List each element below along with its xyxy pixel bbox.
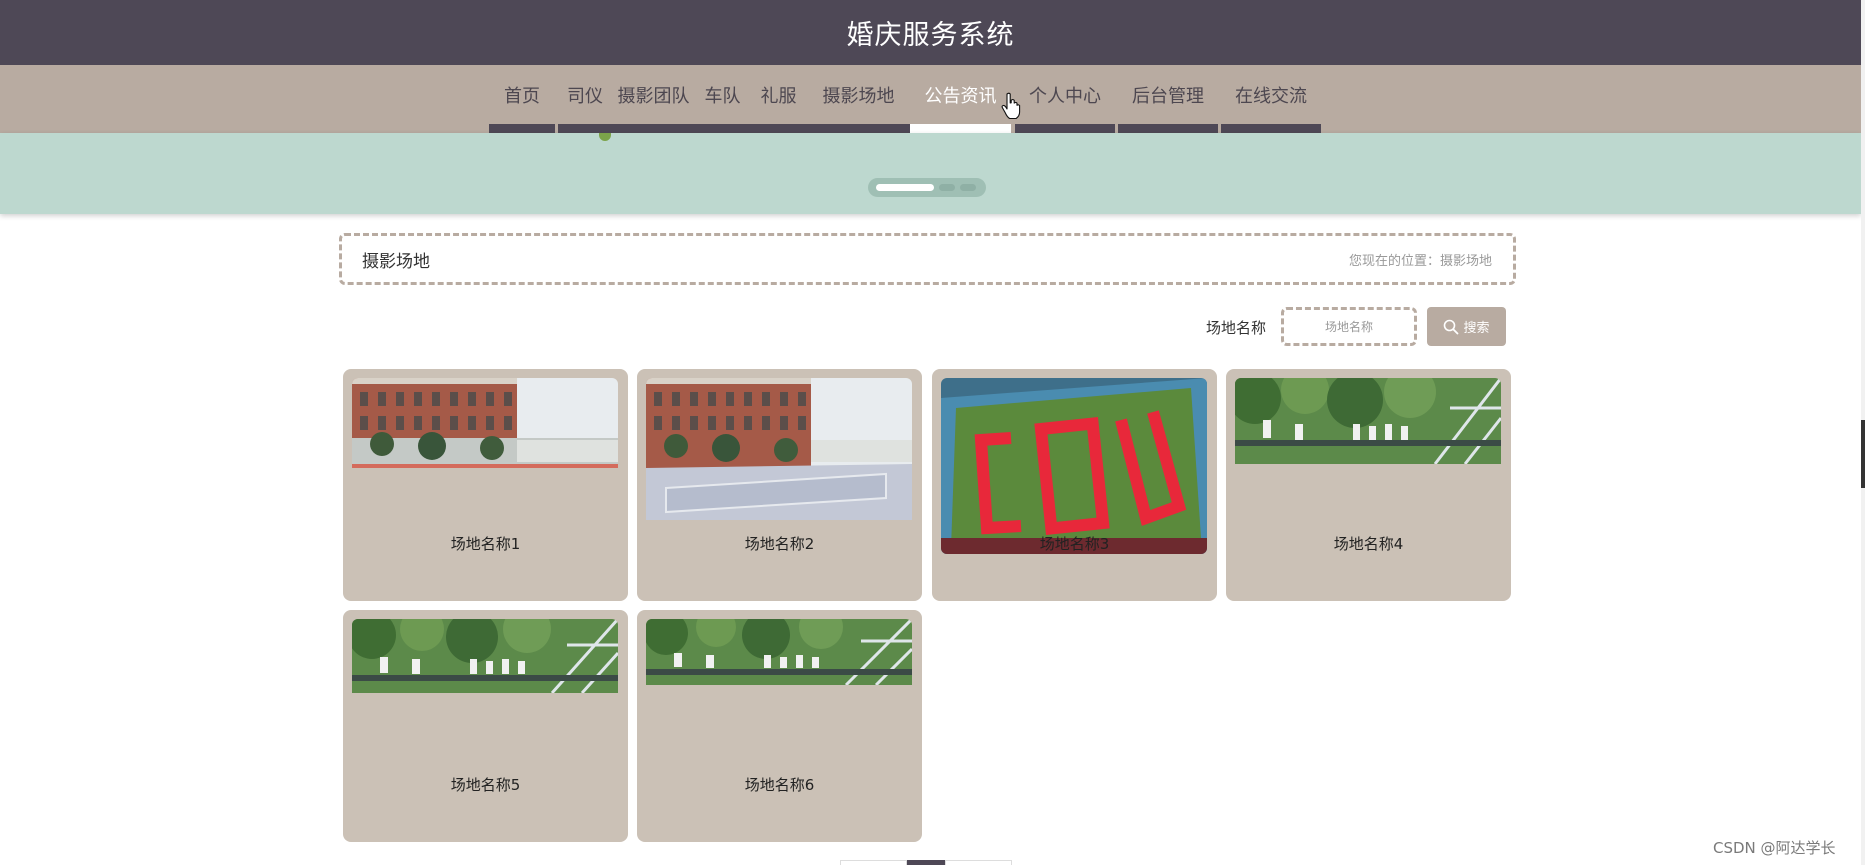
watermark: CSDN @阿达学长 [1713, 839, 1836, 857]
carousel-indicator[interactable] [960, 184, 976, 191]
venue-name: 场地名称3 [1039, 535, 1110, 553]
nav-item-label: 礼服 [760, 86, 797, 107]
venue-name: 场地名称6 [744, 776, 815, 794]
nav-item-label: 车队 [704, 86, 741, 107]
nav-list: 首页 司仪 摄影团队 车队 礼服 摄影场地 公告资讯 个人中心 后台管理 在线交… [489, 65, 1321, 133]
carousel-indicators [868, 178, 986, 197]
breadcrumb: 摄影场地 您现在的位置：摄影场地 [339, 233, 1516, 285]
nav-item-fleet[interactable]: 车队 [695, 65, 750, 133]
breadcrumb-location: 您现在的位置：摄影场地 [1348, 253, 1492, 269]
pagination-prev[interactable] [840, 860, 907, 865]
nav-item-photo-team[interactable]: 摄影团队 [612, 65, 695, 133]
nav-item-label: 后台管理 [1132, 86, 1204, 107]
nav-item-label: 在线交流 [1235, 86, 1307, 107]
scrollbar[interactable] [1861, 0, 1865, 865]
venue-photo [352, 378, 618, 468]
venue-card[interactable]: 场地名称4 [1226, 369, 1511, 601]
venue-name: 场地名称4 [1333, 535, 1404, 553]
carousel-indicator[interactable] [876, 184, 934, 191]
venue-photo [646, 378, 912, 520]
venue-name: 场地名称1 [450, 535, 521, 553]
search-icon [1444, 319, 1459, 334]
page-title: 摄影场地 [362, 251, 430, 272]
nav-item-label: 个人中心 [1029, 86, 1101, 107]
search-input[interactable] [1281, 307, 1417, 346]
search-button-label: 搜索 [1463, 321, 1490, 336]
venue-photo [646, 619, 912, 685]
nav-item-label: 首页 [504, 86, 540, 107]
venue-photo [941, 378, 1207, 554]
nav-item-home[interactable]: 首页 [489, 65, 555, 133]
nav-item-label: 司仪 [567, 86, 603, 107]
venue-card[interactable]: 场地名称6 [637, 610, 922, 842]
venue-name: 场地名称5 [450, 776, 521, 794]
nav-item-label: 摄影场地 [822, 86, 895, 107]
banner-carousel [0, 133, 1861, 214]
pagination [840, 860, 1012, 865]
venue-name: 场地名称2 [744, 535, 815, 553]
nav-item-admin[interactable]: 后台管理 [1118, 65, 1218, 133]
nav-item-label: 摄影团队 [617, 86, 690, 107]
venue-photo [1235, 378, 1501, 464]
venue-card[interactable]: 场地名称5 [343, 610, 628, 842]
carousel-indicator[interactable] [939, 184, 955, 191]
venue-card[interactable]: 场地名称2 [637, 369, 922, 601]
scrollbar-thumb[interactable] [1861, 420, 1865, 488]
pagination-current[interactable] [907, 860, 945, 865]
nav-item-news[interactable]: 公告资讯 [910, 65, 1011, 133]
main-nav: 首页 司仪 摄影团队 车队 礼服 摄影场地 公告资讯 个人中心 后台管理 在线交… [0, 65, 1861, 133]
search-button[interactable]: 搜索 [1427, 307, 1506, 346]
nav-item-venue[interactable]: 摄影场地 [807, 65, 910, 133]
hand-cursor-icon [1001, 92, 1021, 120]
nav-item-chat[interactable]: 在线交流 [1221, 65, 1321, 133]
site-title: 婚庆服务系统 [846, 20, 1015, 51]
site-header: 婚庆服务系统 [0, 0, 1861, 65]
nav-item-label: 公告资讯 [924, 86, 997, 107]
nav-item-host[interactable]: 司仪 [558, 65, 612, 133]
venue-card[interactable]: 场地名称3 [932, 369, 1217, 601]
venue-photo [352, 619, 618, 693]
nav-item-dress[interactable]: 礼服 [750, 65, 807, 133]
nav-item-user-center[interactable]: 个人中心 [1015, 65, 1115, 133]
banner-decoration [599, 133, 611, 141]
venue-card[interactable]: 场地名称1 [343, 369, 628, 601]
pagination-next[interactable] [945, 860, 1012, 865]
search-label: 场地名称 [1206, 319, 1267, 337]
